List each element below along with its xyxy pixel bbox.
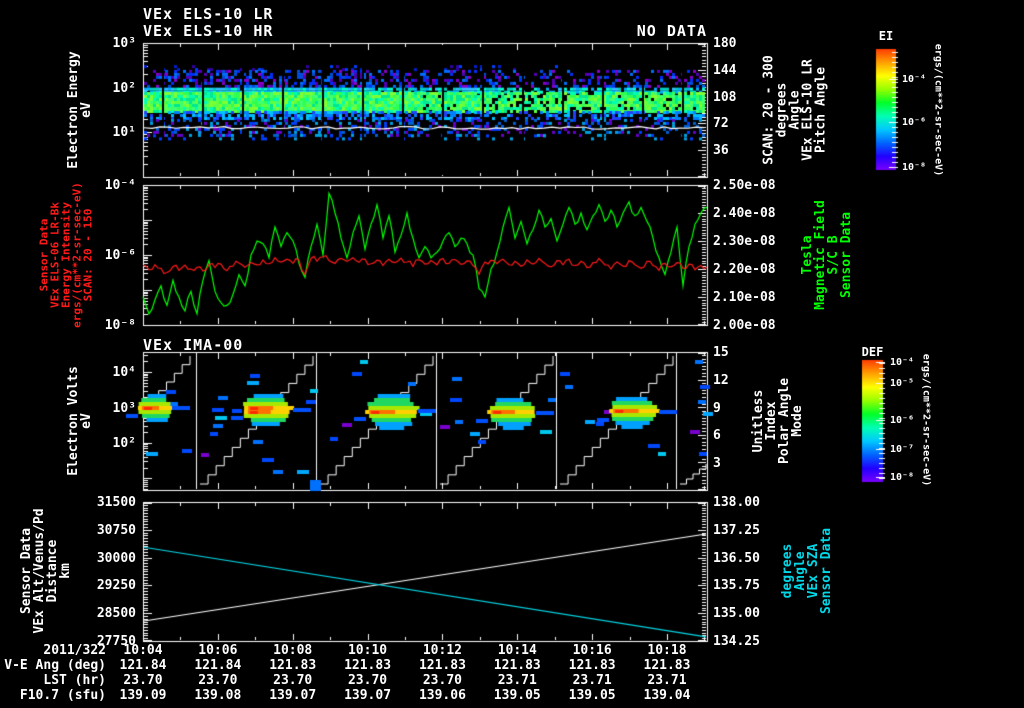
- p3-right-axis-label: Unitless Index Polar Angle Mode: [751, 377, 805, 465]
- footer-row0-value-2: 10:08: [273, 643, 313, 658]
- p1-left-axis-label: Electron Energy eV: [66, 51, 94, 169]
- p4-right-tick-0: 138.00: [713, 495, 760, 510]
- footer-row-label-ve-ang: V-E Ang (deg): [4, 658, 106, 673]
- footer-row1-value-7: 121.83: [643, 658, 691, 673]
- footer-row0-value-4: 10:12: [422, 643, 462, 658]
- p1-right-tick-0: 180: [713, 36, 737, 51]
- colorbar-def-unit-label: ergs/(cm**2-sr-sec-eV): [920, 353, 932, 487]
- p2-right-tick-3: 2.20e-08: [713, 262, 776, 277]
- p3-right-tick-2: 9: [713, 400, 721, 416]
- footer-row3-value-4: 139.06: [418, 688, 466, 703]
- p1-right-tick-4: 36: [713, 143, 729, 159]
- footer-row1-value-1: 121.84: [194, 658, 242, 673]
- p4-left-tick-2: 30000: [96, 550, 136, 566]
- p3-right-tick-1: 12: [713, 373, 729, 388]
- colorbar-def-tick-1: 10⁻⁵: [890, 378, 915, 390]
- colorbar-ei-tick-0: 10⁻⁴: [902, 74, 927, 85]
- footer-row0-value-6: 10:16: [572, 643, 612, 658]
- footer-row2-value-1: 23.70: [198, 673, 238, 688]
- footer-row3-value-2: 139.07: [269, 688, 317, 703]
- footer-row3-value-7: 139.04: [643, 688, 691, 703]
- p1-right-tick-3: 72: [713, 116, 729, 132]
- p4-right-tick-1: 137.25: [713, 522, 760, 538]
- colorbar-def-tick-2: 10⁻⁶: [890, 414, 915, 426]
- colorbar-ei-tick-2: 10⁻⁸: [902, 161, 927, 173]
- p2-right-axis-label: Tesla Magnetic Field S/C B Sensor Data: [800, 200, 854, 310]
- p1-left-tick-0: 10³: [112, 36, 136, 51]
- p2-left-tick-2: 10⁻⁸: [104, 318, 136, 333]
- p2-right-tick-1: 2.40e-08: [713, 206, 776, 221]
- panel3-title: VEx IMA-00: [143, 336, 244, 354]
- footer-row2-value-3: 23.70: [347, 673, 388, 688]
- p4-right-tick-4: 135.00: [713, 606, 760, 622]
- p2-left-tick-1: 10⁻⁶: [104, 248, 136, 263]
- p2-right-tick-2: 2.30e-08: [713, 234, 776, 249]
- footer-row2-value-4: 23.70: [422, 673, 462, 688]
- p4-left-tick-1: 30750: [96, 522, 136, 538]
- footer-row2-value-0: 23.70: [123, 673, 163, 688]
- footer-row-label-f107: F10.7 (sfu): [19, 688, 106, 703]
- footer-row0-value-1: 10:06: [198, 643, 238, 658]
- p3-left-axis-label: Electron Volts eV: [66, 366, 94, 476]
- p3-right-tick-0: 15: [713, 345, 729, 361]
- p1-right-tick-2: 108: [713, 89, 737, 105]
- footer-row0-value-7: 10:18: [647, 643, 687, 658]
- footer-row1-value-3: 121.83: [344, 658, 392, 673]
- colorbar-def-tick-3: 10⁻⁷: [890, 444, 915, 456]
- footer-row1-value-6: 121.83: [568, 658, 616, 673]
- p4-left-tick-3: 29250: [96, 578, 136, 594]
- footer-row2-value-6: 23.71: [572, 673, 612, 688]
- p3-right-tick-3: 6: [713, 428, 721, 444]
- p3-right-tick-4: 3: [713, 455, 721, 471]
- footer-row1-value-4: 121.83: [418, 658, 466, 673]
- colorbar-def-tick-4: 10⁻⁸: [890, 472, 915, 484]
- footer-row2-value-7: 23.71: [647, 673, 687, 688]
- p3-left-tick-2: 10²: [112, 436, 136, 452]
- no-data-label: NO DATA: [636, 22, 707, 40]
- footer-row0-value-0: 10:04: [123, 643, 163, 658]
- p4-right-tick-3: 135.75: [713, 578, 760, 594]
- footer-row3-value-3: 139.07: [344, 688, 392, 703]
- footer-row0-value-5: 10:14: [497, 643, 537, 658]
- footer-row3-value-5: 139.05: [493, 688, 541, 703]
- footer-row3-value-0: 139.09: [119, 688, 167, 703]
- footer-row1-value-5: 121.83: [493, 658, 541, 673]
- footer-row2-value-5: 23.71: [497, 673, 537, 688]
- footer-row3-value-1: 139.08: [194, 688, 242, 703]
- p3-left-tick-0: 10⁴: [112, 365, 136, 380]
- p4-right-tick-5: 134.25: [713, 634, 760, 649]
- p1-right-tick-1: 144: [713, 62, 737, 78]
- p2-right-tick-4: 2.10e-08: [713, 290, 776, 305]
- colorbar-ei-unit-label: ergs/(cm**2-sr-sec-eV): [932, 43, 944, 177]
- p1-left-tick-1: 10²: [112, 80, 136, 96]
- plot-page: VEx ELS-10 LR VEx ELS-10 HR NO DATA VEx …: [0, 0, 1024, 708]
- footer-row1-value-2: 121.83: [269, 658, 317, 673]
- colorbar-ei-tick-1: 10⁻⁶: [902, 116, 927, 128]
- footer-row2-value-2: 23.70: [273, 673, 313, 688]
- p4-right-axis-label: degrees Angle VEx SZA Sensor Data: [780, 527, 834, 615]
- panel1-title-hr: VEx ELS-10 HR: [143, 22, 274, 40]
- footer-row0-value-3: 10:10: [347, 643, 388, 658]
- p3-left-tick-1: 10³: [112, 400, 136, 416]
- colorbar-def-tick-0: 10⁻⁴: [890, 357, 915, 369]
- footer-row-label-lst: LST (hr): [43, 673, 106, 688]
- colorbar-ei-title: EI: [878, 29, 894, 43]
- footer-row1-value-0: 121.84: [119, 658, 167, 673]
- colorbar-def-title: DEF: [861, 345, 884, 359]
- p2-left-tick-0: 10⁻⁴: [104, 178, 136, 193]
- panel1-title-lr: VEx ELS-10 LR: [143, 5, 274, 23]
- p4-left-tick-4: 28500: [96, 606, 136, 622]
- p4-left-tick-0: 31500: [96, 495, 136, 510]
- p2-right-tick-0: 2.50e-08: [713, 178, 776, 193]
- p2-right-tick-5: 2.00e-08: [713, 318, 776, 333]
- footer-row3-value-6: 139.05: [568, 688, 616, 703]
- p1-left-tick-2: 10¹: [112, 125, 136, 141]
- p4-right-tick-2: 136.50: [713, 550, 760, 566]
